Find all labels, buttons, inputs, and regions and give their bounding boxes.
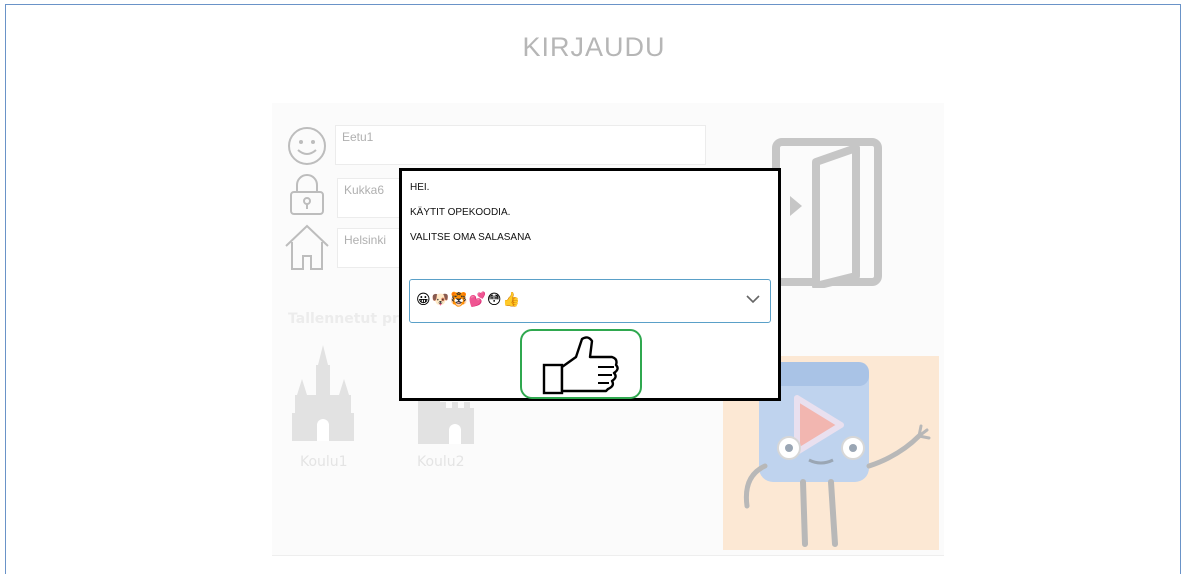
page-title: KIRJAUDU [522,32,666,62]
castle-icon[interactable] [292,343,356,445]
dialog-greeting: HEI. [410,182,430,193]
lock-icon [290,174,324,215]
house-icon [285,224,329,270]
confirm-button[interactable] [520,329,642,399]
password-input[interactable]: Kukka6 [337,178,401,218]
door-login-icon[interactable] [768,136,888,288]
profile-koulu2-label[interactable]: Koulu2 [417,454,465,470]
smiley-icon [288,127,326,165]
emoji-password-select[interactable]: 😀🐶🐯💕😳👍 [409,279,771,323]
profile-koulu1-label[interactable]: Koulu1 [300,454,348,470]
school-input[interactable]: Helsinki [337,228,401,268]
teacher-code-dialog: HEI. KÄYTIT OPEKOODIA. VALITSE OMA SALAS… [399,168,781,401]
username-input[interactable]: Eetu1 [335,125,706,165]
select-value: 😀🐶🐯💕😳👍 [416,292,521,308]
dialog-message: KÄYTIT OPEKOODIA. [410,207,511,218]
chevron-down-icon [746,295,760,304]
dialog-instruction: VALITSE OMA SALASANA [410,232,531,243]
thumbs-up-icon [542,336,619,395]
